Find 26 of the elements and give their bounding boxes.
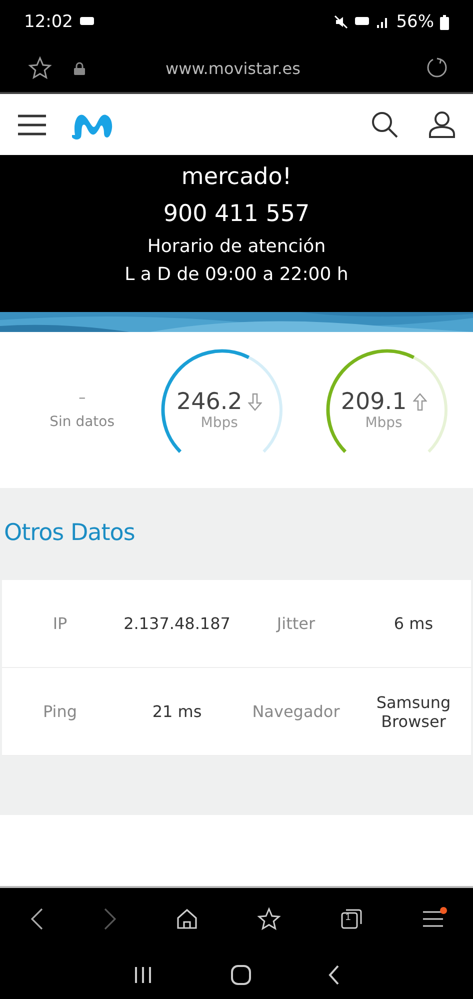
section-title: Otros Datos [3,519,136,548]
ping-value: – [78,390,86,406]
speed-unit: Mbps [365,415,402,431]
speed-unit: Mbps [200,415,238,431]
upload-arrow-icon [412,393,427,411]
mute-icon [334,15,348,29]
table-value: 2.137.48.187 [122,614,232,633]
promo-text: L a D de 09:00 a 22:00 h [124,263,348,288]
table-label: Navegador [251,702,341,721]
table-value: 21 ms [151,702,203,721]
ping-label: Sin datos [50,414,115,430]
table-value: Samsung Browser [375,692,452,730]
promo-text: mercado! [181,163,292,192]
download-arrow-icon [248,393,262,411]
speed-value: 209.1 [340,389,407,415]
lock-icon [74,62,85,74]
table-value: 6 ms [392,614,434,633]
battery-percentage: 56% [396,12,434,32]
table-label: IP [52,614,68,633]
clock-time: 12:02 [24,12,73,32]
battery-icon [440,14,449,30]
table-label: Jitter [275,614,316,633]
promo-text: Horario de atención [147,234,326,259]
table-label: Ping [42,702,78,721]
speed-value: 246.2 [176,389,242,415]
phone-number: 900 411 557 [163,200,310,229]
